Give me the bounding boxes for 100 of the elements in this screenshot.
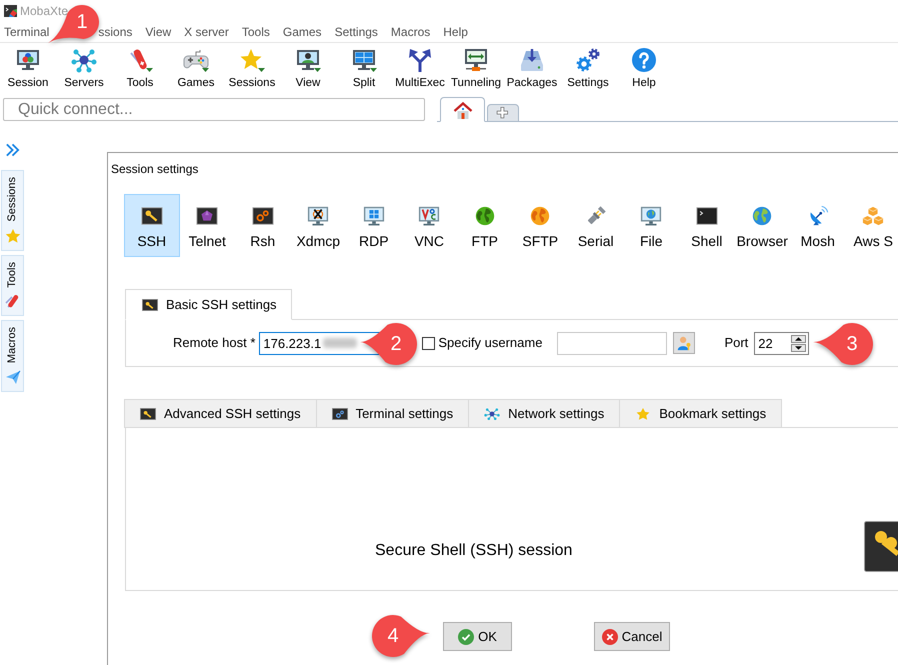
- settings-tab[interactable]: Advanced SSH settings: [124, 399, 317, 428]
- field-label: Remote host *: [173, 334, 256, 352]
- toolbar-button[interactable]: Help: [616, 47, 672, 95]
- username-field[interactable]: [557, 332, 668, 354]
- callout-marker: 3: [813, 323, 873, 365]
- checkbox-label: Specify username: [438, 334, 542, 352]
- session-type-button[interactable]: Rsh: [235, 194, 290, 257]
- menu-item[interactable]: Games: [282, 25, 322, 39]
- gears-icon: [252, 205, 274, 227]
- house-icon: [452, 100, 472, 118]
- menu-item[interactable]: Tools: [242, 25, 270, 39]
- window-title: MobaXte: [20, 4, 68, 18]
- toolbar-button[interactable]: Settings: [560, 47, 616, 95]
- menu-item[interactable]: Macros: [390, 25, 430, 39]
- caret-down-icon: [795, 346, 802, 350]
- monitor-panes-icon: [362, 205, 385, 227]
- globe-icon: [474, 205, 496, 227]
- field-label: Port: [724, 334, 748, 352]
- session-type-button[interactable]: SFTP: [512, 194, 568, 257]
- menu-item[interactable]: Settings: [334, 25, 378, 39]
- monitor-x-icon: [307, 205, 330, 227]
- session-type-button[interactable]: Serial: [568, 194, 624, 257]
- session-type-button[interactable]: RDP: [346, 194, 402, 257]
- port-spinner[interactable]: 22: [754, 332, 810, 354]
- quick-connect-field[interactable]: Quick connect...: [3, 98, 425, 121]
- double-chevron-icon[interactable]: [5, 142, 20, 158]
- monitor-arrows-icon: [463, 47, 489, 73]
- remote-host-field[interactable]: 176.223.1: [259, 332, 380, 354]
- gamepad-icon: [183, 47, 209, 73]
- dialog-button[interactable]: Cancel: [594, 622, 670, 651]
- menu-item[interactable]: Help: [443, 25, 468, 39]
- toolbar-button[interactable]: Servers: [56, 47, 112, 95]
- session-type-button[interactable]: Xdmcp: [290, 194, 346, 257]
- toolbar-button[interactable]: Session: [0, 47, 56, 95]
- spin-up-button[interactable]: [791, 334, 806, 342]
- toolbar-button[interactable]: Sessions: [224, 47, 280, 95]
- monitor-person-icon: [295, 47, 321, 73]
- settings-tab[interactable]: Network settings: [468, 399, 620, 428]
- session-type-button[interactable]: FTP: [457, 194, 512, 257]
- monitor-shapes-icon: [15, 47, 41, 73]
- session-type-button[interactable]: Browser: [734, 194, 790, 257]
- star-icon: [239, 47, 265, 73]
- network-nodes-icon: [484, 408, 500, 420]
- key-icon: [142, 298, 158, 310]
- session-type-button[interactable]: VNC: [402, 194, 457, 257]
- toolbar-button[interactable]: MultiExec: [392, 47, 448, 95]
- user-key-button[interactable]: [673, 332, 696, 354]
- spin-down-button[interactable]: [791, 344, 806, 352]
- star-icon: [635, 408, 652, 420]
- tab[interactable]: [487, 104, 519, 122]
- menu-item[interactable]: ssions: [98, 25, 132, 39]
- settings-tab[interactable]: Terminal settings: [316, 399, 470, 428]
- session-type-button[interactable]: Telnet: [180, 194, 235, 257]
- toolbar-button[interactable]: Split: [336, 47, 392, 95]
- toolbar-button[interactable]: Tunneling: [448, 47, 504, 95]
- user-key-icon: [676, 335, 692, 351]
- sidebar-tab[interactable]: Tools: [1, 254, 24, 316]
- dialog-title: Session settings: [111, 162, 198, 176]
- toolbar-button[interactable]: Tools: [112, 47, 168, 95]
- paper-plane-icon: [4, 369, 20, 386]
- cubes-icon: [862, 205, 884, 227]
- toolbar-button[interactable]: View: [280, 47, 336, 95]
- session-type-button[interactable]: File: [624, 194, 679, 257]
- sidebar-tab[interactable]: Sessions: [1, 170, 24, 251]
- dialog-button[interactable]: OK: [443, 622, 512, 651]
- gem-icon: [196, 205, 218, 227]
- callout-marker: 2: [360, 323, 417, 365]
- plus-icon: [496, 106, 510, 120]
- session-type-button[interactable]: Mosh: [790, 194, 846, 257]
- settings-tab[interactable]: Basic SSH settings: [125, 289, 292, 320]
- network-nodes-icon: [71, 47, 97, 73]
- key-icon: [140, 408, 156, 420]
- monitor-globe-icon: [640, 205, 662, 227]
- menu-item[interactable]: View: [145, 25, 172, 39]
- toolbar-button[interactable]: Games: [168, 47, 224, 95]
- app-logo-icon: [4, 5, 17, 17]
- checkbox[interactable]: [422, 336, 436, 350]
- session-type-button[interactable]: Shell: [679, 194, 734, 257]
- gears-icon: [332, 408, 348, 420]
- globe-icon: [529, 205, 552, 227]
- menu-item[interactable]: Terminal: [4, 25, 50, 39]
- check-circle-icon: [458, 628, 474, 644]
- x-circle-icon: [602, 628, 618, 644]
- star-icon: [4, 228, 20, 244]
- settings-tab[interactable]: Bookmark settings: [619, 399, 782, 428]
- session-type-button[interactable]: Aws S: [846, 194, 898, 257]
- split-screen-icon: [351, 47, 377, 73]
- help-icon: [631, 47, 657, 73]
- fork-arrows-icon: [407, 47, 433, 73]
- toolbar-button[interactable]: Packages: [504, 47, 560, 95]
- download-drive-icon: [519, 47, 545, 73]
- menu-item[interactable]: X server: [184, 25, 229, 39]
- sidebar-tab[interactable]: Macros: [1, 320, 24, 392]
- session-type-button[interactable]: SSH: [124, 194, 180, 257]
- session-description: Secure Shell (SSH) session: [375, 542, 572, 560]
- caret-up-icon: [795, 336, 802, 340]
- globe-icon: [751, 205, 774, 227]
- key-icon: [140, 205, 163, 227]
- tab[interactable]: [440, 97, 485, 122]
- settings-icon: [575, 47, 601, 73]
